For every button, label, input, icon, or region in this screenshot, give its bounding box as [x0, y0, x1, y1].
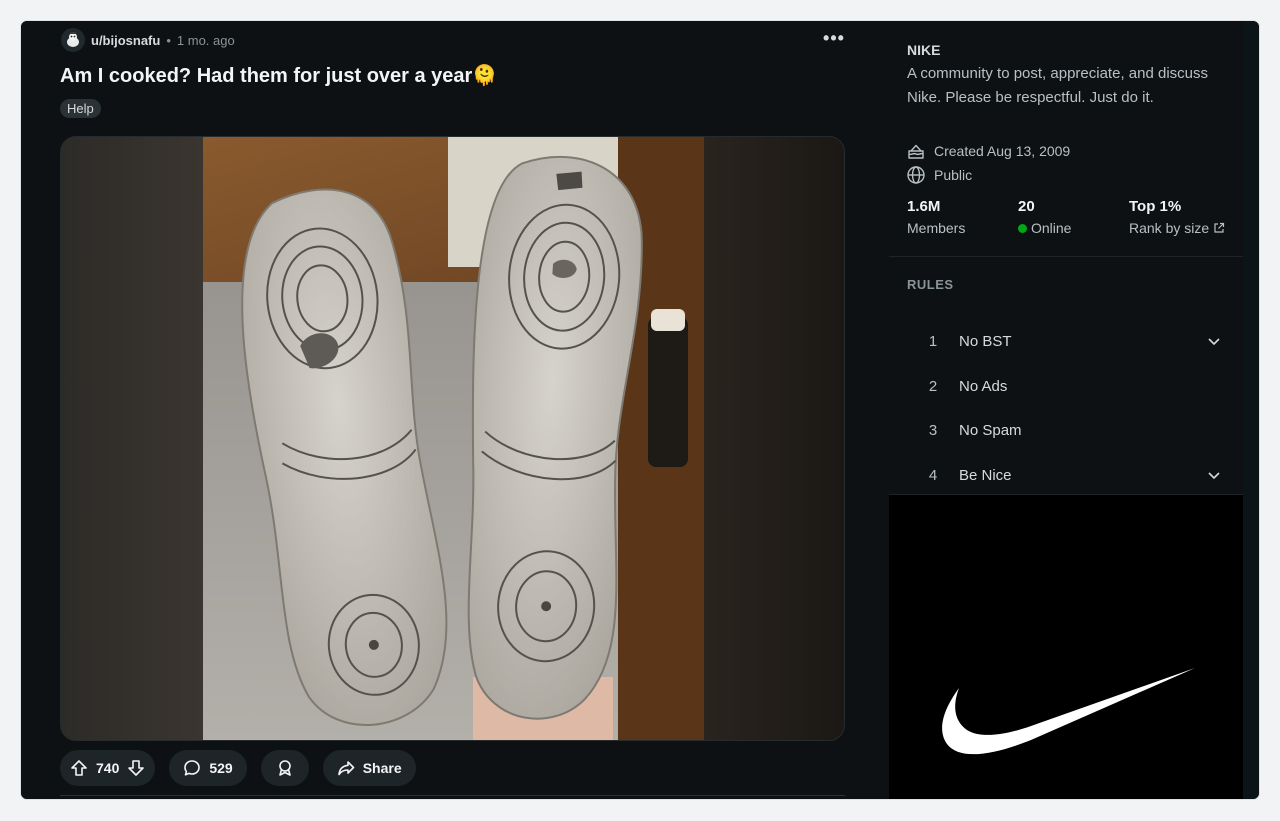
rule-title: No Spam	[959, 421, 1022, 439]
chevron-down-icon[interactable]	[1201, 334, 1227, 348]
online-value: 20	[1018, 198, 1035, 215]
created-row: Created Aug 13, 2009	[906, 141, 1070, 161]
rule-item-3[interactable]: 3 No Spam	[907, 409, 1227, 451]
vote-bar: 740	[60, 750, 156, 786]
post-meta: u/bijosnafu • 1 mo. ago	[61, 28, 235, 52]
rule-number: 3	[928, 421, 938, 439]
community-rules: RULES 1 No BST 2 No Ads 3 No Spam 4 Be N…	[889, 257, 1243, 495]
media-blur-left	[61, 137, 203, 740]
share-button[interactable]: Share	[322, 750, 416, 786]
share-label: Share	[362, 760, 402, 776]
more-options-button[interactable]: •••	[819, 27, 849, 53]
community-sidebar: NIKE A community to post, appreciate, an…	[889, 21, 1243, 799]
rules-heading: RULES	[907, 277, 954, 292]
share-icon	[337, 761, 355, 776]
rule-number: 4	[928, 466, 938, 484]
post-timestamp: 1 mo. ago	[176, 32, 235, 48]
rule-item-4[interactable]: 4 Be Nice	[907, 454, 1227, 496]
meta-separator: •	[166, 32, 171, 48]
award-button[interactable]	[260, 750, 309, 786]
members-value: 1.6M	[907, 198, 941, 215]
upvote-icon[interactable]	[68, 757, 90, 779]
online-label: Online	[1031, 220, 1072, 236]
comment-icon	[184, 760, 201, 776]
page-gutter	[1243, 21, 1259, 799]
media-blur-right	[702, 137, 844, 740]
created-date: Created Aug 13, 2009	[934, 143, 1071, 159]
post-author[interactable]: u/bijosnafu	[91, 33, 160, 48]
stat-online: 20 Online	[1018, 198, 1071, 236]
visibility-row: Public	[906, 165, 972, 185]
rule-title: No BST	[959, 332, 1012, 350]
post-media[interactable]	[60, 136, 845, 741]
comment-count: 529	[209, 760, 233, 776]
rank-value: Top 1%	[1129, 198, 1182, 215]
visibility-label: Public	[934, 167, 973, 183]
award-icon	[278, 760, 291, 776]
post-title: Am I cooked? Had them for just over a ye…	[60, 65, 498, 87]
cake-icon	[908, 144, 924, 159]
nike-swoosh-logo	[942, 668, 1195, 755]
downvote-icon[interactable]	[125, 757, 147, 779]
post-flair[interactable]: Help	[60, 99, 101, 118]
post-divider	[60, 795, 845, 796]
app-frame: u/bijosnafu • 1 mo. ago ••• Am I cooked?…	[21, 21, 1259, 799]
members-label: Members	[907, 220, 966, 236]
rule-item-1[interactable]: 1 No BST	[907, 320, 1227, 362]
comments-button[interactable]: 529	[169, 750, 247, 786]
stat-rank[interactable]: Top 1% Rank by size	[1129, 198, 1225, 236]
community-description: A community to post, appreciate, and dis…	[907, 65, 1208, 106]
globe-icon	[907, 166, 925, 184]
post-image[interactable]	[203, 137, 704, 741]
post-container: u/bijosnafu • 1 mo. ago ••• Am I cooked?…	[21, 21, 889, 799]
external-link-icon	[1214, 222, 1225, 233]
rule-number: 1	[928, 332, 938, 350]
stat-members: 1.6M Members	[907, 198, 965, 236]
community-name: NIKE	[907, 42, 941, 58]
online-status-icon	[1018, 223, 1027, 233]
rule-title: Be Nice	[959, 466, 1012, 484]
user-avatar-icon[interactable]	[61, 28, 85, 52]
rule-number: 2	[928, 377, 938, 395]
vote-count: 740	[96, 760, 120, 776]
rule-item-2[interactable]: 2 No Ads	[907, 365, 1227, 407]
rule-title: No Ads	[959, 377, 1008, 395]
post-actions: 740 529 Share	[60, 750, 416, 786]
chevron-down-icon[interactable]	[1201, 468, 1227, 482]
rank-label: Rank by size	[1129, 220, 1210, 236]
community-info: NIKE A community to post, appreciate, an…	[889, 21, 1243, 257]
